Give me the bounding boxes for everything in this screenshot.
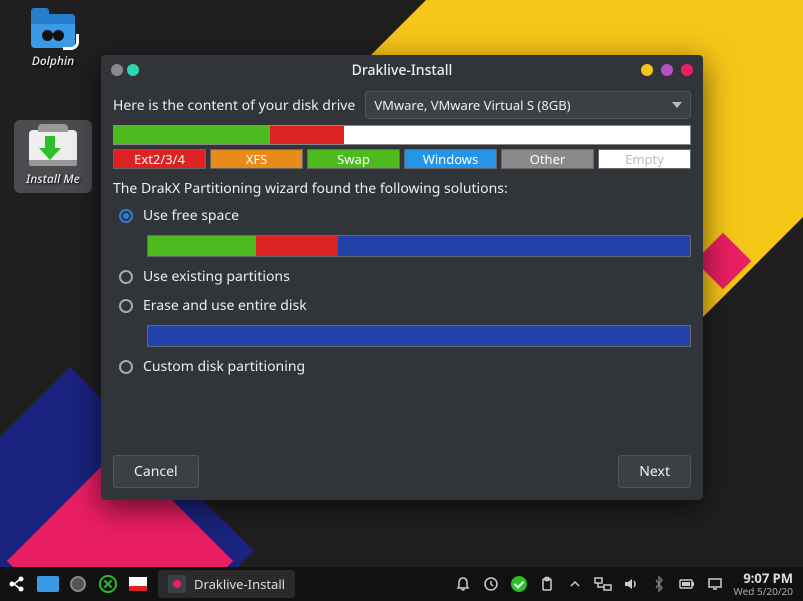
- partition-segment: [256, 236, 337, 256]
- tray-updates[interactable]: [509, 574, 529, 594]
- option-use-existing[interactable]: Use existing partitions: [119, 267, 691, 286]
- tray-battery[interactable]: [677, 574, 697, 594]
- partition-segment: [114, 126, 270, 144]
- window-icon: [168, 575, 186, 593]
- disk-select[interactable]: VMware, VMware Virtual S (8GB): [365, 91, 691, 119]
- desktop-icon-label: Dolphin: [32, 52, 74, 69]
- partition-segment: [338, 236, 690, 256]
- pin-dot-icon[interactable]: [127, 64, 139, 76]
- launcher-icon: [8, 574, 28, 594]
- install-tray-icon: [129, 577, 147, 591]
- free-space-preview-bar: [147, 235, 691, 257]
- titlebar[interactable]: Draklive-Install: [101, 55, 703, 85]
- tray-volume[interactable]: [621, 574, 641, 594]
- task-entry-label: Draklive-Install: [194, 575, 285, 593]
- legend-item: Other: [501, 149, 594, 169]
- radio-icon: [119, 270, 133, 284]
- installer-window: Draklive-Install Here is the content of …: [101, 55, 703, 500]
- maximize-button[interactable]: [661, 64, 673, 76]
- media-icon: [70, 576, 86, 592]
- legend-item: XFS: [210, 149, 303, 169]
- desktop-icon-install[interactable]: Install Me: [14, 120, 92, 193]
- legend-item: Windows: [404, 149, 497, 169]
- erase-preview-bar: [147, 325, 691, 347]
- tray-network[interactable]: [593, 574, 613, 594]
- option-use-free-space[interactable]: Use free space: [119, 206, 691, 225]
- partition-segment: [270, 126, 345, 144]
- dolphin-icon: [31, 14, 75, 48]
- disk-content-label: Here is the content of your disk drive: [113, 96, 355, 115]
- battery-icon: [679, 578, 695, 590]
- option-label: Erase and use entire disk: [143, 296, 307, 315]
- taskbar-media[interactable]: [64, 570, 92, 598]
- next-button[interactable]: Next: [618, 455, 691, 488]
- legend-item: Empty: [598, 149, 691, 169]
- clock-icon: [483, 576, 499, 592]
- dolphin-icon: [37, 576, 59, 592]
- cancel-button[interactable]: Cancel: [113, 455, 199, 488]
- legend-item: Ext2/3/4: [113, 149, 206, 169]
- taskbar-cancel[interactable]: [94, 570, 122, 598]
- tray-display[interactable]: [705, 574, 725, 594]
- option-label: Custom disk partitioning: [143, 357, 305, 376]
- option-label: Use existing partitions: [143, 267, 290, 286]
- taskbar-install[interactable]: [124, 570, 152, 598]
- menu-dot-icon[interactable]: [111, 64, 123, 76]
- bell-icon: [455, 576, 471, 592]
- tray-bluetooth[interactable]: [649, 574, 669, 594]
- desktop-icon-dolphin[interactable]: Dolphin: [14, 6, 92, 69]
- option-erase-disk[interactable]: Erase and use entire disk: [119, 296, 691, 315]
- current-disk-bar: [113, 125, 691, 145]
- tray-expand[interactable]: [565, 574, 585, 594]
- bluetooth-icon: [652, 576, 666, 592]
- legend-item: Swap: [307, 149, 400, 169]
- volume-icon: [623, 576, 639, 592]
- partition-segment: [148, 326, 690, 346]
- tray-clock-icon[interactable]: [481, 574, 501, 594]
- check-icon: [511, 576, 527, 592]
- option-label: Use free space: [143, 206, 239, 225]
- partition-legend: Ext2/3/4XFSSwapWindowsOtherEmpty: [113, 149, 691, 169]
- close-button[interactable]: [681, 64, 693, 76]
- minimize-button[interactable]: [641, 64, 653, 76]
- clipboard-icon: [539, 576, 555, 592]
- network-icon: [594, 577, 612, 591]
- desktop-icon-label: Install Me: [26, 170, 80, 187]
- radio-icon: [119, 209, 133, 223]
- disk-select-value: VMware, VMware Virtual S (8GB): [374, 96, 570, 114]
- solutions-label: The DrakX Partitioning wizard found the …: [113, 179, 691, 198]
- cancel-icon: [99, 575, 117, 593]
- taskbar: Draklive-Install 9:07 PM Wed 5/20/20: [0, 567, 803, 601]
- install-icon: [29, 130, 77, 166]
- taskbar-entry-draklive[interactable]: Draklive-Install: [158, 570, 295, 598]
- tray-clipboard[interactable]: [537, 574, 557, 594]
- taskbar-dolphin[interactable]: [34, 570, 62, 598]
- chevron-up-icon: [570, 579, 580, 589]
- partition-segment: [344, 126, 690, 144]
- app-launcher-button[interactable]: [4, 570, 32, 598]
- tray-notifications[interactable]: [453, 574, 473, 594]
- option-custom[interactable]: Custom disk partitioning: [119, 357, 691, 376]
- radio-icon: [119, 299, 133, 313]
- window-title: Draklive-Install: [101, 61, 703, 80]
- taskbar-clock[interactable]: 9:07 PM Wed 5/20/20: [733, 571, 793, 596]
- partition-segment: [148, 236, 256, 256]
- clock-date: Wed 5/20/20: [733, 586, 793, 597]
- radio-icon: [119, 360, 133, 374]
- display-icon: [707, 577, 723, 591]
